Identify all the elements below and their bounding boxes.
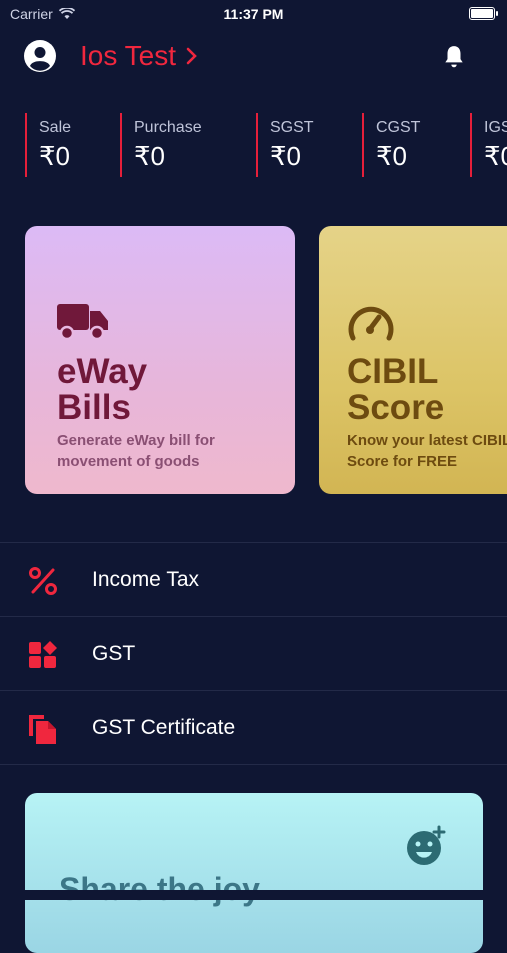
speedometer-icon bbox=[348, 306, 394, 341]
stat-cgst: CGST ₹0 bbox=[362, 113, 420, 177]
stat-value: ₹0 bbox=[376, 141, 408, 171]
card-desc-line: Generate eWay bill for bbox=[57, 432, 215, 449]
percent-icon bbox=[29, 567, 57, 595]
card-title: CIBIL Score bbox=[347, 354, 444, 426]
profile-name: Ios Test bbox=[80, 40, 176, 71]
card-desc-line: Score for FREE bbox=[347, 453, 458, 470]
card-desc-line: Know your latest CIBIL bbox=[347, 432, 507, 449]
eway-bills-card[interactable]: eWay Bills Generate eWay bill for moveme… bbox=[25, 226, 295, 494]
stat-label: CGST bbox=[376, 119, 421, 136]
avatar[interactable] bbox=[24, 40, 56, 72]
menu-label: GST bbox=[92, 642, 136, 665]
stat-label: SGST bbox=[270, 119, 314, 136]
user-icon bbox=[25, 41, 55, 71]
stat-value: ₹0 bbox=[484, 141, 507, 171]
stat-sgst: SGST ₹0 bbox=[256, 113, 314, 177]
stat-value: ₹0 bbox=[270, 141, 302, 171]
card-description: Know your latest CIBIL Score for FREE bbox=[347, 430, 507, 472]
stat-label: Sale bbox=[39, 119, 72, 136]
menu-label: Income Tax bbox=[92, 568, 199, 591]
status-time: 11:37 PM bbox=[223, 6, 284, 22]
stat-sale: Sale ₹0 bbox=[25, 113, 71, 177]
status-bar: Carrier 11:37 PM bbox=[0, 0, 507, 28]
share-joy-card[interactable]: Share the joy bbox=[25, 793, 483, 953]
card-title-line: CIBIL bbox=[347, 352, 439, 391]
stat-purchase: Purchase ₹0 bbox=[120, 113, 202, 177]
card-title-line: Bills bbox=[57, 388, 131, 427]
stat-label: Purchase bbox=[134, 119, 202, 136]
menu-item-gst[interactable]: GST bbox=[0, 616, 507, 690]
stat-value: ₹0 bbox=[134, 141, 166, 171]
menu-label: GST Certificate bbox=[92, 716, 236, 739]
service-menu: Income Tax GST GST Certificate bbox=[0, 542, 507, 765]
header: Ios Test bbox=[0, 36, 507, 80]
stat-value: ₹0 bbox=[39, 141, 71, 171]
bell-icon[interactable] bbox=[441, 44, 467, 70]
profile-name-button[interactable]: Ios Test bbox=[80, 40, 198, 72]
truck-icon bbox=[57, 304, 108, 340]
card-title-line: Score bbox=[347, 388, 445, 427]
gst-apps-icon bbox=[29, 641, 57, 668]
add-emoji-icon bbox=[407, 825, 446, 865]
menu-item-gst-certificate[interactable]: GST Certificate bbox=[0, 690, 507, 765]
battery-icon bbox=[469, 7, 498, 20]
card-description: Generate eWay bill for movement of goods bbox=[57, 430, 215, 472]
bottom-strip bbox=[0, 890, 507, 900]
chevron-right-icon bbox=[186, 47, 197, 65]
card-title-line: eWay bbox=[57, 352, 148, 391]
stat-label: IGST bbox=[484, 119, 507, 136]
stat-igst: IGST ₹0 bbox=[470, 113, 507, 177]
menu-item-income-tax[interactable]: Income Tax bbox=[0, 542, 507, 616]
cibil-score-card[interactable]: CIBIL Score Know your latest CIBIL Score… bbox=[319, 226, 507, 494]
certificate-icon bbox=[29, 715, 56, 744]
card-desc-line: movement of goods bbox=[57, 453, 200, 470]
stats-strip[interactable]: Sale ₹0 Purchase ₹0 SGST ₹0 CGST ₹0 IGST… bbox=[0, 113, 507, 179]
card-title: eWay Bills bbox=[57, 354, 147, 426]
